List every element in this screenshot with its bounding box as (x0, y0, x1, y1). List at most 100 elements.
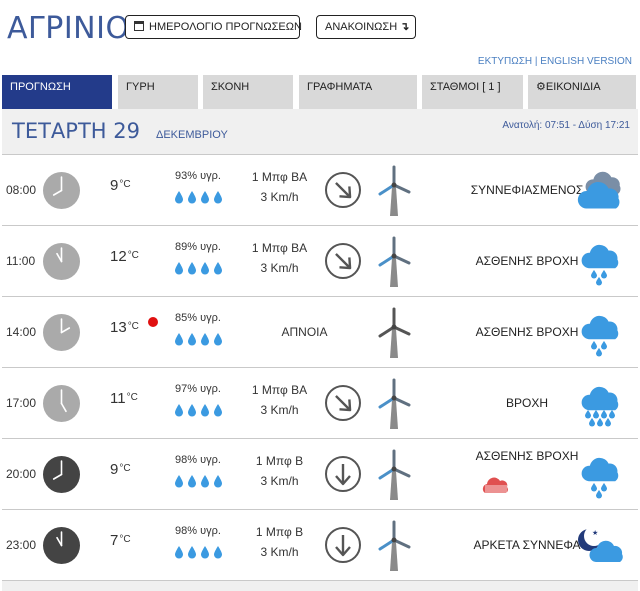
temperature-value: 7 (110, 532, 119, 549)
english-version-link[interactable]: ENGLISH VERSION (540, 56, 632, 67)
forecast-time: 11:00 (6, 254, 36, 268)
calendar-icon (134, 21, 144, 31)
city-title: ΑΓΡΙΝΙΟ (7, 11, 130, 46)
humidity-drop-icon (174, 474, 184, 488)
forecast-row: 23:00 7°C 98% υγρ. 1 Μπφ Β3 Km/h ΑΡΚΕΤΑ ΣΥΝΝ… (2, 509, 638, 580)
wind-turbine-icon (376, 449, 412, 501)
temperature-unit: °C (119, 463, 131, 474)
forecast-time: 08:00 (6, 183, 37, 197)
clock-icon (43, 314, 80, 351)
max-temp-dot-icon (148, 317, 158, 327)
humidity-drop-icon (200, 190, 210, 204)
wind-direction-icon (324, 455, 362, 493)
tab-dust-label: ΣΚΟΝΗ (211, 81, 250, 93)
wind-turbine-icon (376, 378, 412, 430)
clock-icon (43, 527, 80, 564)
humidity-drop-icon (187, 190, 197, 204)
tab-stations-label: ΣΤΑΘΜΟΙ [ 1 ] (430, 81, 501, 93)
humidity-drop-icon (174, 332, 184, 346)
humidity-drops (174, 190, 223, 204)
forecast-row: 08:00 9°C 93% υγρ. 1 Μπφ ΒΑ 3 Km/h ΣΥΝΝΕΦΙΑΣΜ… (2, 154, 638, 225)
temperature: 9°C (110, 177, 131, 194)
humidity-drop-icon (174, 403, 184, 417)
day-month: ΔΕΚΕΜΒΡΙΟΥ (156, 129, 228, 141)
tab-pollen[interactable]: ΓΥΡΗ (118, 75, 198, 109)
red-cloud-icon[interactable] (482, 477, 510, 493)
temperature-value: 11 (110, 390, 126, 407)
humidity: 85% υγρ. (175, 312, 221, 324)
light-rain-icon (576, 238, 624, 286)
humidity-drop-icon (213, 545, 223, 559)
humidity-drop-icon (200, 332, 210, 346)
tab-dust[interactable]: ΣΚΟΝΗ (203, 75, 293, 109)
cloudy-icon (576, 167, 624, 215)
wind-force: 1 Μπφ Β (255, 454, 304, 468)
announcement-label: ΑΝΑΚΟΙΝΩΣΗ (325, 21, 398, 33)
temperature: 9°C (110, 461, 131, 478)
tab-charts-label: ΓΡΑΦΗΜΑΤΑ (307, 81, 373, 93)
forecast-row: 17:00 11°C 97% υγρ. 1 Μπφ ΒΑ 3 Km/h ΒΡΟΧΗ (2, 367, 638, 438)
humidity: 98% υγρ. (175, 454, 221, 466)
tab-forecast-label: ΠΡΟΓΝΩΣΗ (10, 81, 71, 93)
humidity: 97% υγρ. (175, 383, 221, 395)
top-links: ΕΚΤΥΠΩΣΗ | ENGLISH VERSION (478, 56, 632, 67)
wind-turbine-icon (376, 307, 412, 359)
temperature-unit: °C (127, 321, 139, 332)
light-rain-icon (576, 309, 624, 357)
temperature-value: 9 (110, 177, 119, 194)
clock-icon (43, 456, 80, 493)
arrow-down-icon: ↴ (400, 21, 410, 33)
forecast-row: 11:00 12°C 89% υγρ. 1 Μπφ ΒΑ 3 Km/h ΑΣΘΕΝΗΣ Β… (2, 225, 638, 296)
wind-direction-icon (324, 384, 362, 422)
humidity-drop-icon (187, 545, 197, 559)
humidity-drops (174, 403, 223, 417)
forecast-row: 20:00 9°C 98% υγρ. 1 Μπφ Β3 Km/h ΑΣΘΕΝΗΣ ΒΡΟ… (2, 438, 638, 509)
day-header: ΤΕΤΑΡΤΗ 29 ΔΕΚΕΜΒΡΙΟΥ Ανατολή: 07:51 - Δ… (2, 109, 638, 154)
print-link[interactable]: ΕΚΤΥΠΩΣΗ (478, 56, 532, 67)
forecast-time: 17:00 (6, 396, 37, 410)
wind-speed: 3 Km/h (260, 190, 299, 204)
clock-icon (43, 385, 80, 422)
humidity: 89% υγρ. (175, 241, 221, 253)
forecast-time: 20:00 (6, 467, 37, 481)
temperature-value: 12 (110, 248, 127, 265)
tab-icons[interactable]: ⚙ΕΙΚΟΝΙΔΙΑ (528, 75, 636, 109)
humidity-drop-icon (200, 261, 210, 275)
temperature: 7°C (110, 532, 131, 549)
wind-speed: 3 Km/h (260, 474, 299, 488)
svg-text:★: ★ (592, 529, 598, 537)
wind-force: 1 Μπφ ΒΑ (251, 241, 308, 255)
next-day-band (2, 580, 638, 591)
moon-cloudy-icon: ★ (576, 522, 624, 570)
humidity-drop-icon (200, 545, 210, 559)
humidity-drop-icon (187, 261, 197, 275)
sunrise-sunset: Ανατολή: 07:51 - Δύση 17:21 (502, 120, 630, 131)
rain-icon (576, 380, 624, 428)
forecast-calendar-button[interactable]: ΗΜΕΡΟΛΟΓΙΟ ΠΡΟΓΝΩΣΕΩΝ (125, 15, 302, 39)
temperature-unit: °C (127, 250, 139, 261)
temperature: 13°C (110, 319, 139, 336)
temperature-unit: °C (119, 534, 131, 545)
day-name: ΤΕΤΑΡΤΗ 29 (12, 119, 140, 143)
humidity-drop-icon (213, 190, 223, 204)
humidity: 98% υγρ. (175, 525, 221, 537)
tab-forecast[interactable]: ΠΡΟΓΝΩΣΗ (2, 75, 112, 109)
forecast-row: 14:00 13°C 85% υγρ. ΑΠΝΟΙΑ ΑΣΘΕΝΗΣ ΒΡΟΧΗ (2, 296, 638, 367)
humidity-drop-icon (200, 474, 210, 488)
tab-stations[interactable]: ΣΤΑΘΜΟΙ [ 1 ] (422, 75, 523, 109)
wind-force: 1 Μπφ ΒΑ (251, 170, 308, 184)
wind-turbine-icon (376, 520, 412, 572)
wind-calm: ΑΠΝΟΙΑ (281, 325, 328, 339)
humidity-drop-icon (187, 403, 197, 417)
humidity-drop-icon (174, 190, 184, 204)
wind-force: 1 Μπφ Β (255, 525, 304, 539)
tab-charts[interactable]: ΓΡΑΦΗΜΑΤΑ (299, 75, 417, 109)
humidity-drops (174, 261, 223, 275)
announcement-button[interactable]: ΑΝΑΚΟΙΝΩΣΗ ↴ (316, 15, 416, 39)
forecast-time: 23:00 (6, 538, 37, 552)
humidity-drop-icon (213, 403, 223, 417)
humidity-drops (174, 545, 223, 559)
humidity-drop-icon (174, 545, 184, 559)
light-rain-icon (576, 451, 624, 499)
forecast-time: 14:00 (6, 325, 37, 339)
